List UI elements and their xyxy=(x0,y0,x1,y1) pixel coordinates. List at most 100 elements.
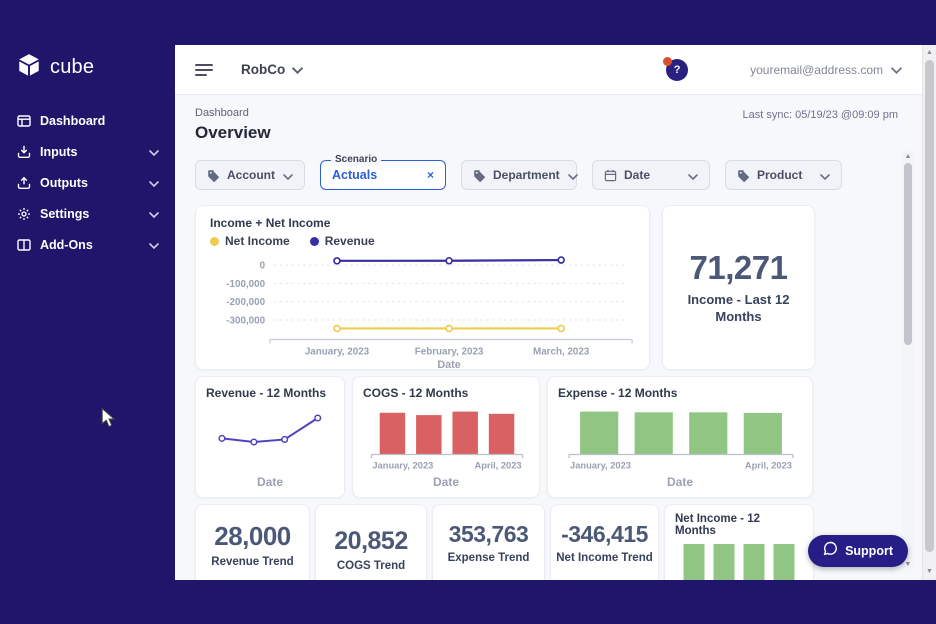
filter-label: Account xyxy=(227,168,275,182)
sidebar-item-label: Add-Ons xyxy=(40,238,149,252)
tag-icon xyxy=(473,169,486,182)
filter-department[interactable]: Department xyxy=(461,160,577,190)
chart-row-2: Revenue - 12 Months Date COGS - 12 Month… xyxy=(195,376,898,498)
account-menu[interactable]: youremail@address.com xyxy=(750,61,902,79)
sidebar-item-outputs[interactable]: Outputs xyxy=(0,167,175,198)
expense-12-months-chart: January, 2023 April, 2023 xyxy=(558,406,804,475)
filter-group-label: Scenario xyxy=(331,154,381,166)
chart-title: Revenue - 12 Months xyxy=(206,386,334,400)
chart-title: Net Income - 12 Months xyxy=(675,513,803,537)
workspace-switcher[interactable]: RobCo xyxy=(241,61,303,79)
topbar: RobCo ? youremail@address.com xyxy=(175,45,936,95)
scrollbar-thumb[interactable] xyxy=(904,163,912,345)
svg-text:-100,000: -100,000 xyxy=(226,279,265,290)
kpi-value: 28,000 xyxy=(214,521,291,552)
svg-text:April, 2023: April, 2023 xyxy=(745,460,792,470)
chat-bubble-icon xyxy=(823,541,838,561)
page-title: Overview xyxy=(195,123,271,143)
support-label: Support xyxy=(845,544,893,558)
svg-text:Date: Date xyxy=(437,359,460,370)
chevron-down-icon xyxy=(149,205,159,223)
chart-title: COGS - 12 Months xyxy=(363,386,529,400)
legend-item-net-income[interactable]: Net Income xyxy=(210,234,290,248)
legend-dot xyxy=(210,237,219,246)
add-ons-icon xyxy=(16,237,31,252)
scroll-down-arrow[interactable]: ▼ xyxy=(923,565,936,579)
chart-title: Income + Net Income xyxy=(210,216,635,230)
sidebar: cube Dashboard Inputs Outputs xyxy=(0,0,175,624)
dashboard-icon xyxy=(16,113,31,128)
tag-icon xyxy=(737,169,750,182)
filter-scenario[interactable]: Scenario Actuals × xyxy=(320,160,446,190)
sidebar-item-dashboard[interactable]: Dashboard xyxy=(0,105,175,136)
filter-bar: Account Scenario Actuals × Department Da… xyxy=(195,160,898,190)
cube-logo[interactable]: cube xyxy=(0,0,175,83)
sidebar-item-label: Settings xyxy=(40,207,149,221)
filter-date[interactable]: Date xyxy=(592,160,710,190)
scrollbar-thumb[interactable] xyxy=(925,60,934,552)
chevron-down-icon xyxy=(149,143,159,161)
dashboard-page: Dashboard Overview Last sync: 05/19/23 @… xyxy=(175,95,922,580)
chevron-down-icon xyxy=(688,168,698,183)
question-mark-icon: ? xyxy=(674,64,681,76)
svg-text:January, 2023: January, 2023 xyxy=(372,460,433,470)
filter-label: Department xyxy=(493,168,560,182)
sidebar-item-label: Dashboard xyxy=(40,114,159,128)
sidebar-item-inputs[interactable]: Inputs xyxy=(0,136,175,167)
chart-row-1: Income + Net Income Net Income Revenue 0… xyxy=(195,205,898,370)
window-scrollbar[interactable]: ▲ ▼ xyxy=(922,45,936,580)
sidebar-item-add-ons[interactable]: Add-Ons xyxy=(0,229,175,260)
calendar-icon xyxy=(604,169,617,182)
tag-icon xyxy=(207,169,220,182)
legend-item-revenue[interactable]: Revenue xyxy=(310,234,375,248)
help-button[interactable]: ? xyxy=(666,59,688,81)
svg-text:March, 2023: March, 2023 xyxy=(533,346,590,357)
kpi-value: 20,852 xyxy=(334,527,407,556)
chevron-down-icon xyxy=(292,61,303,79)
svg-text:0: 0 xyxy=(260,261,266,272)
cube-logo-icon xyxy=(16,52,42,83)
filter-product[interactable]: Product xyxy=(725,160,842,190)
kpi-cogs-trend: 20,852 COGS Trend xyxy=(315,504,427,580)
kpi-revenue-trend: 28,000 Revenue Trend xyxy=(195,504,310,580)
svg-text:April, 2023: April, 2023 xyxy=(474,460,521,470)
kpi-value: 353,763 xyxy=(449,521,529,548)
hamburger-menu-icon[interactable] xyxy=(195,64,213,76)
sidebar-item-settings[interactable]: Settings xyxy=(0,198,175,229)
legend-dot xyxy=(310,237,319,246)
chevron-down-icon xyxy=(149,236,159,254)
filter-label: Date xyxy=(624,168,680,182)
filter-value: Actuals xyxy=(332,168,419,182)
inputs-icon xyxy=(16,144,31,159)
content-scrollbar[interactable]: ▲ ▼ xyxy=(902,150,914,572)
svg-text:January, 2023: January, 2023 xyxy=(305,346,370,357)
net-income-12-months-card: Net Income - 12 Months xyxy=(664,504,814,580)
kpi-value: 71,271 xyxy=(690,249,788,287)
kpi-expense-trend: 353,763 Expense Trend xyxy=(432,504,545,580)
user-email: youremail@address.com xyxy=(750,63,883,77)
svg-text:February, 2023: February, 2023 xyxy=(415,346,484,357)
breadcrumb: Dashboard xyxy=(195,107,271,119)
kpi-row: 28,000 Revenue Trend 20,852 COGS Trend 3… xyxy=(195,504,898,580)
scroll-up-arrow[interactable]: ▲ xyxy=(923,46,936,60)
filter-account[interactable]: Account xyxy=(195,160,305,190)
kpi-label: Revenue Trend xyxy=(207,555,297,569)
workspace-name: RobCo xyxy=(241,62,285,77)
support-button[interactable]: Support xyxy=(808,535,908,567)
kpi-income-last-12-months: 71,271 Income - Last 12 Months xyxy=(662,205,815,370)
clear-filter-icon[interactable]: × xyxy=(427,168,434,182)
page-header: Dashboard Overview Last sync: 05/19/23 @… xyxy=(195,107,898,143)
outputs-icon xyxy=(16,175,31,190)
kpi-label: Expense Trend xyxy=(444,551,534,565)
kpi-label: Net Income Trend xyxy=(552,551,657,565)
net-income-12-months-chart xyxy=(675,544,803,580)
sidebar-nav: Dashboard Inputs Outputs Settings xyxy=(0,105,175,260)
notification-dot xyxy=(663,57,672,66)
svg-text:-300,000: -300,000 xyxy=(226,315,265,326)
chevron-down-icon xyxy=(149,174,159,192)
sidebar-item-label: Outputs xyxy=(40,176,149,190)
svg-text:January, 2023: January, 2023 xyxy=(570,460,631,470)
scroll-up-arrow[interactable]: ▲ xyxy=(902,150,914,164)
chevron-down-icon xyxy=(820,168,830,183)
kpi-net-income-trend: -346,415 Net Income Trend xyxy=(550,504,659,580)
